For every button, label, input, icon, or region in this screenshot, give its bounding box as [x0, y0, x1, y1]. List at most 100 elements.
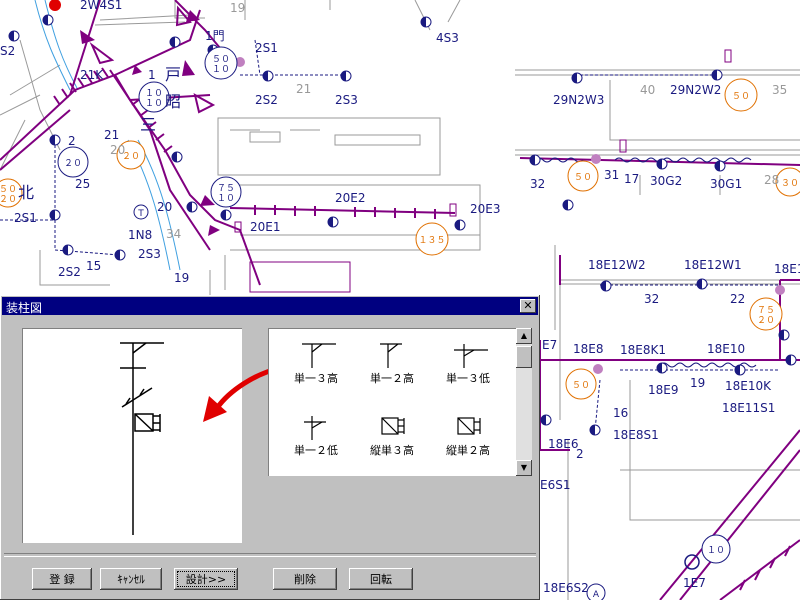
map-label: 1N8 — [128, 228, 152, 242]
map-label: 18E8K1 — [620, 343, 666, 357]
map-label: 17 — [624, 172, 639, 186]
map-big-label: 戸 — [165, 65, 181, 84]
map-label: 18E12W2 — [588, 258, 646, 272]
map-label: 18E9 — [648, 383, 679, 397]
palette-label: 縦単２高 — [446, 444, 490, 457]
map-label: 19 — [174, 271, 189, 285]
map-red-marker — [49, 0, 61, 11]
map-capacity-circle: A — [586, 583, 606, 600]
map-capacity-circle: ５０ — [724, 78, 758, 112]
svg-text:５０: ５０ — [572, 381, 590, 391]
map-label: 4S3 — [436, 31, 459, 45]
scroll-up-button[interactable]: ▲ — [516, 328, 532, 344]
map-capacity-circle: １０ — [701, 534, 731, 564]
svg-text:１０: １０ — [212, 65, 230, 75]
map-label: 19 — [690, 376, 705, 390]
svg-text:７５: ７５ — [217, 184, 235, 194]
palette-item-vertical-2-high[interactable]: 縦単２高 — [430, 406, 506, 468]
design-button[interactable]: 設計>> — [174, 568, 238, 590]
map-label: 2S2 — [255, 93, 278, 107]
map-capacity-circle: T — [133, 204, 149, 220]
svg-text:２０: ２０ — [757, 316, 775, 326]
map-label: 29N2W2 — [670, 83, 721, 97]
map-label: 32 — [530, 177, 545, 191]
map-label: 2W4S1 — [80, 0, 122, 12]
pole-config-dialog[interactable]: 装柱図 ✕ 単一３高 単一２高 単一３低 単一２低 縦単３高 縦単２高 ▲ ▼ … — [0, 295, 540, 600]
palette-label: 縦単３高 — [370, 444, 414, 457]
palette-item-single-2-low[interactable]: 単一２低 — [278, 406, 354, 468]
map-label: 30G1 — [710, 177, 742, 191]
map-capacity-circle: ７５２０ — [749, 297, 783, 331]
map-label: 25 — [75, 177, 90, 191]
cancel-button[interactable]: ｷｬﾝｾﾙ — [100, 568, 162, 590]
svg-text:A: A — [593, 590, 600, 600]
map-label: 2S2 — [58, 265, 81, 279]
map-label: 2S1 — [255, 41, 278, 55]
single-2-low-icon — [304, 416, 326, 440]
palette-scrollbar[interactable]: ▲ ▼ — [516, 328, 532, 476]
svg-text:１０: １０ — [217, 194, 235, 204]
scroll-thumb[interactable] — [516, 346, 532, 368]
palette-item-single-3-low[interactable]: 単一３低 — [430, 334, 506, 396]
map-label: 18E11S1 — [722, 401, 775, 415]
map-label: E6S1 — [540, 478, 570, 492]
map-label: 2S1 — [14, 211, 37, 225]
map-label: 18E12W1 — [684, 258, 742, 272]
map-label: 1 — [148, 68, 156, 82]
map-label: 1門 — [205, 29, 225, 43]
map-label: 21 — [104, 128, 119, 142]
map-big-label: 北 — [18, 183, 34, 202]
close-button[interactable]: ✕ — [520, 299, 536, 313]
map-label: 32 — [644, 292, 659, 306]
dialog-title-bar[interactable]: 装柱図 ✕ — [2, 297, 538, 315]
map-capacity-circle: ３０ — [775, 167, 800, 197]
map-label: 29N2W3 — [553, 93, 604, 107]
svg-text:５０: ５０ — [212, 55, 230, 65]
palette-label: 単一２高 — [370, 372, 414, 385]
map-label: 2S3 — [335, 93, 358, 107]
dialog-separator — [4, 553, 536, 557]
svg-text:３０: ３０ — [781, 179, 799, 189]
map-label: S2 — [0, 44, 15, 58]
map-label: 20E1 — [250, 220, 281, 234]
map-gray-label: 19 — [230, 1, 245, 15]
map-capacity-circle: ５０１０ — [204, 46, 238, 80]
scroll-down-button[interactable]: ▼ — [516, 460, 532, 476]
map-label: 16 — [613, 406, 628, 420]
delete-button[interactable]: 削除 — [273, 568, 337, 590]
map-label: 30G2 — [650, 174, 682, 188]
map-capacity-circle: １３５ — [415, 222, 449, 256]
palette-item-single-2-high[interactable]: 単一２高 — [354, 334, 430, 396]
map-label: 20E3 — [470, 202, 501, 216]
single-3-low-icon — [454, 344, 488, 368]
map-label: 18E6S2 — [543, 581, 589, 595]
pole-type-palette[interactable]: 単一３高 単一２高 単一３低 単一２低 縦単３高 縦単２高 — [268, 328, 516, 476]
map-label: 31 — [604, 168, 619, 182]
palette-label: 単一２低 — [294, 444, 338, 457]
palette-item-single-3-high[interactable]: 単一３高 — [278, 334, 354, 396]
map-label: 2 — [576, 447, 584, 461]
vertical-2-high-icon — [457, 417, 481, 435]
svg-text:１０: １０ — [145, 89, 163, 99]
palette-item-vertical-3-high[interactable]: 縦単３高 — [354, 406, 430, 468]
map-label: 2 — [68, 134, 76, 148]
map-label: 18E6 — [548, 437, 579, 451]
map-label: 20 — [157, 200, 172, 214]
single-2-high-icon — [380, 343, 402, 368]
map-gray-label: 34 — [166, 227, 181, 241]
map-label: E7 — [542, 338, 557, 352]
map-gray-label: 28 — [764, 173, 779, 187]
map-gray-label: 20 — [110, 143, 125, 157]
svg-text:５０: ５０ — [574, 173, 592, 183]
dialog-title: 装柱図 — [6, 301, 43, 315]
svg-text:T: T — [137, 209, 144, 219]
map-capacity-circle: ２０ — [57, 146, 89, 178]
map-label: 21K — [80, 68, 104, 82]
map-big-label: 三 — [140, 115, 156, 134]
rotate-button[interactable]: 回転 — [349, 568, 413, 590]
map-label: 18E1 — [774, 262, 800, 276]
map-label: 18E8 — [573, 342, 604, 356]
map-label: 1E7 — [683, 576, 706, 590]
register-button[interactable]: 登 録 — [32, 568, 92, 590]
map-gray-label: 21 — [296, 82, 311, 96]
